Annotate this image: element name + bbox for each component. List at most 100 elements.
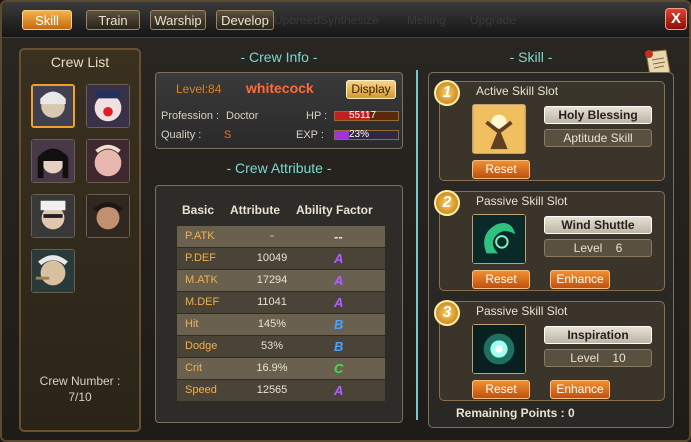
hp-label: HP : bbox=[306, 110, 328, 122]
enhance-button[interactable]: Enhance bbox=[550, 270, 610, 289]
attribute-value: 10049 bbox=[256, 252, 288, 264]
skill-level: Level 6 bbox=[544, 239, 652, 257]
tab-warship[interactable]: Warship bbox=[150, 10, 206, 30]
crew-portrait[interactable] bbox=[86, 84, 130, 128]
skill-slot: 2 Passive Skill Slot Wind Shuttle Level … bbox=[434, 190, 665, 291]
skill-slot: 1 Active Skill Slot Holy Blessing Aptitu… bbox=[434, 80, 665, 181]
reset-button[interactable]: Reset bbox=[472, 270, 530, 289]
profession-value: Doctor bbox=[226, 110, 259, 122]
reset-button[interactable]: Reset bbox=[472, 160, 530, 179]
attribute-row: P.DEF 10049 A bbox=[177, 248, 385, 269]
wind-shuttle-icon[interactable] bbox=[472, 214, 526, 264]
ability-factor: C bbox=[334, 361, 344, 376]
close-button[interactable]: X bbox=[665, 8, 687, 30]
skill-slot: 3 Passive Skill Slot Inspiration Level 1… bbox=[434, 300, 665, 401]
reset-button[interactable]: Reset bbox=[472, 380, 530, 399]
slot-number: 2 bbox=[434, 190, 460, 216]
attribute-row: P.ATK - -- bbox=[177, 226, 385, 247]
exp-bar: 23% bbox=[334, 129, 399, 140]
level-label: Level bbox=[570, 351, 599, 365]
attribute-value: 17294 bbox=[256, 274, 288, 286]
attribute-row: Crit 16.9% C bbox=[177, 358, 385, 379]
holy-blessing-icon[interactable] bbox=[472, 104, 526, 154]
attribute-value: 145% bbox=[257, 318, 287, 330]
inspiration-icon[interactable] bbox=[472, 324, 526, 374]
crew-number-value: 7/10 bbox=[68, 390, 92, 404]
attribute-row: Dodge 53% B bbox=[177, 336, 385, 357]
col-basic: Basic bbox=[182, 203, 215, 217]
attribute-value: 12565 bbox=[256, 384, 288, 396]
skill-name: Holy Blessing bbox=[544, 106, 652, 124]
crew-list-panel: Crew List Crew Number : 7/10 bbox=[19, 48, 141, 432]
tab-synthesize: Synthesize bbox=[320, 13, 379, 27]
crew-list-title: Crew List bbox=[50, 54, 110, 70]
skill-panel: 1 Active Skill Slot Holy Blessing Aptitu… bbox=[428, 72, 674, 428]
slot-number: 3 bbox=[434, 300, 460, 326]
crew-level: Level:84 bbox=[176, 82, 222, 96]
remaining-points: Remaining Points : 0 bbox=[456, 406, 575, 420]
crew-face-icon bbox=[87, 195, 129, 237]
crew-portrait[interactable] bbox=[31, 249, 75, 293]
attribute-name: Hit bbox=[185, 318, 199, 330]
display-button[interactable]: Display bbox=[346, 80, 396, 99]
crew-attribute-title: - Crew Attribute - bbox=[226, 160, 332, 176]
skill-name: Inspiration bbox=[544, 326, 652, 344]
tab-develop[interactable]: Develop bbox=[216, 10, 274, 30]
tab-skill[interactable]: Skill bbox=[22, 10, 72, 30]
ability-factor: B bbox=[334, 317, 344, 332]
tab-upgrade: Upgrade bbox=[470, 13, 517, 27]
skill-title: - Skill - bbox=[509, 49, 553, 65]
crew-portrait[interactable] bbox=[31, 139, 75, 183]
exp-value: 23% bbox=[349, 129, 370, 140]
attribute-row: Hit 145% B bbox=[177, 314, 385, 335]
tab-bar: Skill Train Warship Develop Upbreed Synt… bbox=[2, 2, 689, 38]
hp-value: 55117 bbox=[349, 110, 377, 121]
crew-face-icon bbox=[33, 86, 73, 126]
ability-factor: A bbox=[334, 273, 344, 288]
crew-face-icon bbox=[32, 250, 74, 292]
panel-divider bbox=[416, 70, 418, 420]
ability-factor: -- bbox=[334, 229, 343, 244]
attribute-name: Dodge bbox=[185, 340, 218, 352]
crew-number-label: Crew Number : bbox=[39, 374, 121, 388]
tab-upbreed: Upbreed bbox=[274, 13, 321, 27]
crew-face-icon bbox=[87, 85, 129, 127]
crew-face-icon bbox=[87, 140, 129, 182]
crew-info-panel: Level:84 whitecock Display Profession : … bbox=[155, 72, 403, 149]
attribute-name: Speed bbox=[185, 384, 217, 396]
level-value: 10 bbox=[612, 351, 626, 365]
attribute-row: M.DEF 11041 A bbox=[177, 292, 385, 313]
level-value: 6 bbox=[615, 241, 623, 255]
ability-factor: B bbox=[334, 339, 344, 354]
slot-title: Passive Skill Slot bbox=[476, 194, 568, 208]
crew-attribute-panel: Basic Attribute Ability Factor P.ATK - -- P… bbox=[155, 185, 403, 423]
ability-factor: A bbox=[334, 295, 344, 310]
exp-label: EXP : bbox=[296, 129, 324, 141]
crew-portrait[interactable] bbox=[86, 194, 130, 238]
ability-factor: A bbox=[334, 251, 344, 266]
enhance-button[interactable]: Enhance bbox=[550, 380, 610, 399]
slot-title: Active Skill Slot bbox=[476, 84, 559, 98]
skill-window: Skill Train Warship Develop Upbreed Synt… bbox=[0, 0, 691, 442]
quality-label: Quality : bbox=[161, 129, 202, 141]
attribute-name: M.DEF bbox=[185, 296, 220, 308]
attribute-value: 16.9% bbox=[256, 362, 288, 374]
tab-train[interactable]: Train bbox=[86, 10, 140, 30]
skill-level: Level 10 bbox=[544, 349, 652, 367]
crew-portrait[interactable] bbox=[31, 194, 75, 238]
crew-name: whitecock bbox=[246, 80, 314, 96]
attribute-value: 11041 bbox=[257, 296, 287, 308]
crew-face-icon bbox=[32, 195, 74, 237]
attribute-row: M.ATK 17294 A bbox=[177, 270, 385, 291]
attribute-value: 53% bbox=[260, 340, 284, 352]
hp-bar: 55117 bbox=[334, 110, 399, 121]
profession-label: Profession : bbox=[161, 110, 220, 122]
attribute-name: M.ATK bbox=[185, 274, 218, 286]
crew-info-title: - Crew Info - bbox=[240, 49, 318, 65]
tab-melting: Melting bbox=[407, 13, 446, 27]
slot-number: 1 bbox=[434, 80, 460, 106]
attribute-name: Crit bbox=[185, 362, 203, 374]
crew-portrait[interactable] bbox=[31, 84, 75, 128]
crew-portrait[interactable] bbox=[86, 139, 130, 183]
slot-title: Passive Skill Slot bbox=[476, 304, 568, 318]
